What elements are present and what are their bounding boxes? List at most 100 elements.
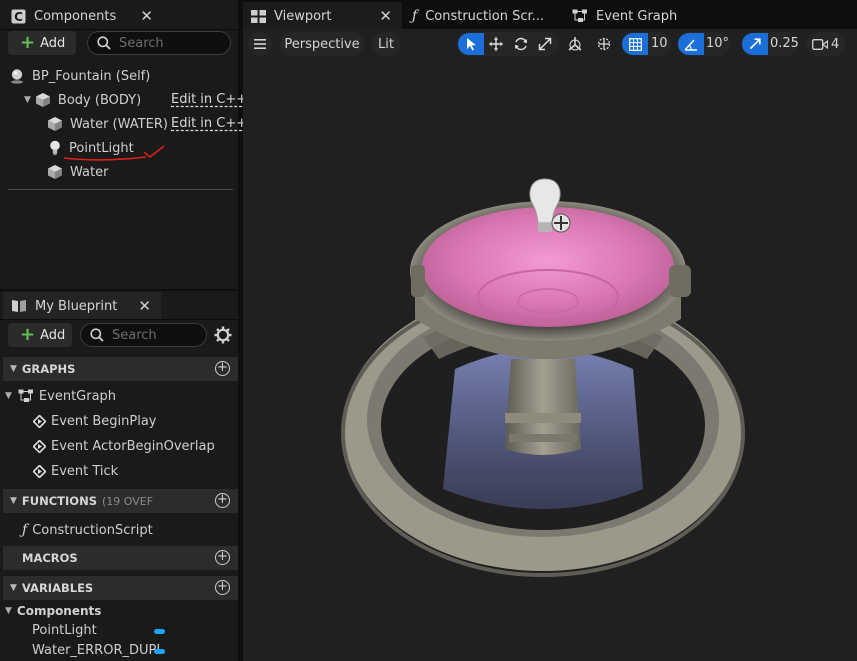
viewport-grid-icon [251,9,266,23]
collapse-arrow-icon: ▼ [10,364,17,374]
book-icon [11,299,27,313]
scale-snap-toggle[interactable] [742,33,768,55]
tree-item-water[interactable]: Water [47,161,108,183]
function-icon: ƒ [412,8,418,24]
section-graphs[interactable]: ▼ GRAPHS + [3,357,238,381]
components-add-button[interactable]: + Add [8,31,76,55]
tree-label-water-child: Water (WATER) [70,116,168,132]
move-arrows-icon [489,37,503,51]
camera-speed-button[interactable]: 4 [806,32,846,56]
search-placeholder: Search [112,327,157,343]
viewport-area[interactable] [243,29,857,661]
section-macros[interactable]: MACROS + [3,546,238,570]
expand-arrow-icon: ▼ [5,606,12,616]
translate-tool-button[interactable] [485,32,507,56]
close-icon[interactable]: ✕ [140,7,153,25]
tree-item-body[interactable]: ▼ Body (BODY) [24,89,141,111]
variable-item[interactable]: Water_ERROR_DUPL [32,639,164,661]
fountain-model [341,178,745,577]
event-item[interactable]: Event ActorBeginOverlap [33,435,215,457]
select-tool-button[interactable] [460,32,482,56]
add-macro-icon[interactable]: + [215,550,230,565]
functions-override-count: (19 OVEF [102,494,154,508]
perspective-button[interactable]: Perspective [280,32,364,56]
edit-in-cpp-link-body[interactable]: Edit in C++ [171,92,247,107]
tab-event-graph[interactable]: Event Graph [564,2,714,30]
event-item[interactable]: Event Tick [33,460,118,482]
tab-construction-script[interactable]: ƒ Construction Scr... [404,2,562,30]
tree-label-root: BP_Fountain (Self) [32,68,151,84]
variables-header-label: VARIABLES [21,581,94,595]
blueprint-search-input[interactable]: Search [80,323,207,347]
components-search-input[interactable]: Search [87,31,231,55]
add-function-icon[interactable]: + [215,493,230,508]
tree-label-body: Body (BODY) [57,92,142,108]
collapse-arrow-icon: ▼ [10,496,17,506]
rotate-icon [515,37,527,51]
add-graph-icon[interactable]: + [215,361,230,376]
event-label: Event ActorBeginOverlap [51,438,215,454]
variable-type-pill [154,649,165,654]
variable-item[interactable]: PointLight [32,619,97,641]
hamburger-menu-icon [254,39,266,49]
svg-text:C: C [14,10,23,24]
functions-header-label: FUNCTIONS [21,494,97,508]
rotation-snap-toggle[interactable] [678,33,704,55]
tree-label-water: Water [70,164,109,180]
rotation-snap-value[interactable]: 10° [706,36,729,51]
camera-icon [812,38,828,50]
event-graph-tab-label: Event Graph [596,8,678,24]
event-diamond-icon [33,439,46,453]
plus-icon: + [20,324,36,345]
event-item[interactable]: Event BeginPlay [33,410,157,432]
function-icon: ƒ [22,522,28,538]
construction-script-label: ConstructionScript [32,522,153,538]
tab-my-blueprint[interactable]: My Blueprint ✕ [3,292,161,320]
section-variables[interactable]: ▼ VARIABLES + [3,576,238,600]
tab-divider [0,29,238,30]
rotate-tool-button[interactable] [510,32,532,56]
add-label: Add [40,327,66,343]
surface-snap-icon [597,37,611,51]
tab-viewport[interactable]: Viewport ✕ [243,2,402,30]
grid-snap-value[interactable]: 10 [651,36,668,51]
components-tab-label: Components [34,8,117,24]
tree-item-eventgraph[interactable]: ▼ EventGraph [5,385,116,407]
static-mesh-icon [35,92,51,108]
blueprint-add-button[interactable]: + Add [8,323,72,347]
scale-snap-value[interactable]: 0.25 [770,36,799,51]
function-item[interactable]: ƒ ConstructionScript [22,519,153,541]
actor-root-icon [9,68,25,84]
add-variable-icon[interactable]: + [215,580,230,595]
world-local-toggle-button[interactable] [564,32,586,56]
lit-mode-button[interactable]: Lit [372,32,400,56]
scale-snap-icon [749,38,761,50]
add-label: Add [40,35,66,51]
section-functions[interactable]: ▼ FUNCTIONS (19 OVEF + [3,489,238,513]
angle-icon [684,38,697,51]
event-diamond-icon [33,464,46,478]
search-icon [97,36,111,50]
blueprint-class-icon: C [11,9,26,24]
tree-item-root[interactable]: BP_Fountain (Self) [9,65,150,87]
close-icon[interactable]: ✕ [138,297,151,315]
close-icon[interactable]: ✕ [379,7,392,25]
event-label: Event BeginPlay [51,413,157,429]
gear-icon[interactable] [214,326,232,344]
tree-item-water-child[interactable]: Water (WATER) [47,113,168,135]
search-placeholder: Search [119,35,164,51]
my-blueprint-tab-label: My Blueprint [35,298,118,314]
static-mesh-icon [47,116,63,132]
components-category-label: Components [16,604,102,618]
scale-tool-button[interactable] [534,32,556,56]
tab-components[interactable]: C Components ✕ [3,2,163,30]
grid-snap-toggle[interactable] [622,33,648,55]
graphs-header-label: GRAPHS [21,362,76,376]
variable-type-pill [154,629,165,634]
edit-in-cpp-link-water[interactable]: Edit in C++ [171,116,247,131]
viewport-options-button[interactable] [248,32,272,56]
scale-icon [538,37,552,51]
surface-snap-button[interactable] [593,32,615,56]
construction-tab-label: Construction Scr... [425,8,545,24]
cursor-arrow-icon [466,38,476,51]
